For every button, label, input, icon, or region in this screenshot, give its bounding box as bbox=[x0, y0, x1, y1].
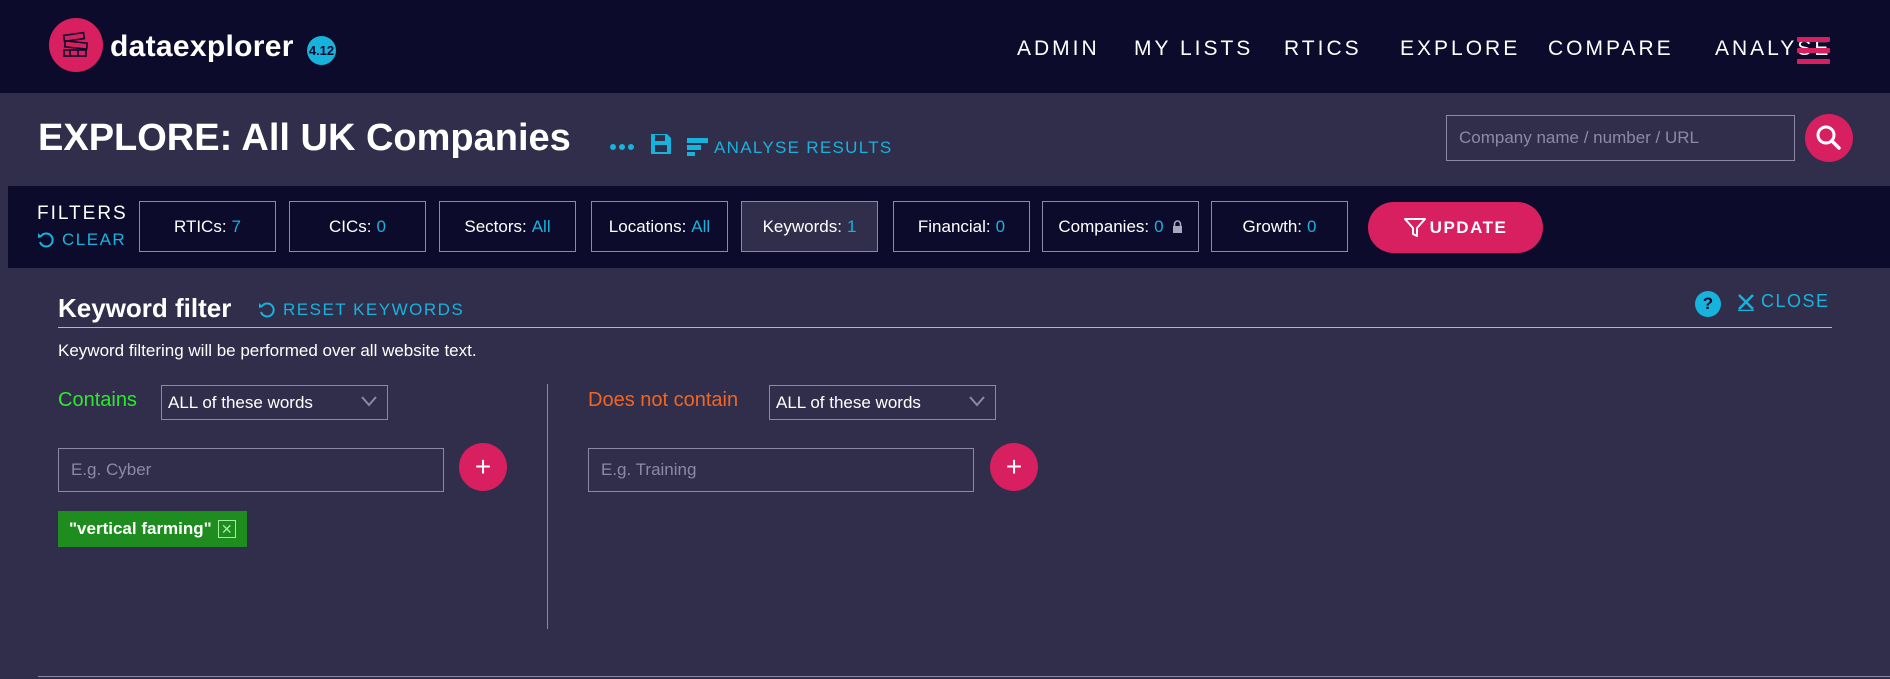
keyword-filter-title: Keyword filter bbox=[58, 293, 232, 323]
nav-my-lists[interactable]: MY LISTS bbox=[1134, 37, 1253, 61]
close-label: CLOSE bbox=[1761, 291, 1830, 311]
reset-keywords-link[interactable]: RESET KEYWORDS bbox=[258, 300, 464, 320]
keyword-tag: "vertical farming" ✕ bbox=[58, 511, 247, 547]
more-options-icon[interactable] bbox=[609, 143, 635, 151]
crate-stack-icon bbox=[62, 31, 89, 57]
save-icon[interactable] bbox=[650, 133, 672, 155]
contains-keyword-input[interactable] bbox=[58, 448, 444, 492]
column-divider bbox=[547, 384, 548, 629]
filter-funnel-icon bbox=[1403, 217, 1426, 237]
keyword-tag-label: "vertical farming" bbox=[69, 519, 212, 538]
reset-keywords-label: RESET KEYWORDS bbox=[283, 300, 465, 319]
reset-icon bbox=[38, 232, 54, 248]
top-navigation-bar: dataexplorer 4.12 ADMIN MY LISTS RTICS E… bbox=[0, 0, 1890, 93]
filter-companies[interactable]: Companies: 0 bbox=[1042, 201, 1199, 252]
not-contains-mode-select[interactable]: ALL of these words bbox=[769, 385, 996, 420]
analyse-results-icon[interactable] bbox=[687, 138, 708, 156]
bottom-divider bbox=[38, 676, 1890, 677]
chevron-down-icon bbox=[969, 396, 985, 407]
logo[interactable] bbox=[49, 18, 103, 72]
nav-compare[interactable]: COMPARE bbox=[1548, 37, 1674, 61]
help-icon[interactable]: ? bbox=[1695, 291, 1721, 317]
filters-bar: FILTERS CLEAR RTICs: 7 CICs: 0 Sectors: All… bbox=[8, 186, 1890, 268]
lock-icon bbox=[1172, 219, 1182, 233]
filter-cics[interactable]: CICs: 0 bbox=[289, 201, 426, 252]
update-label: UPDATE bbox=[1429, 217, 1508, 237]
search-button[interactable] bbox=[1805, 114, 1853, 162]
filters-label: FILTERS bbox=[37, 203, 128, 224]
filter-sectors[interactable]: Sectors: All bbox=[439, 201, 576, 252]
add-not-contains-keyword-button[interactable]: + bbox=[990, 443, 1038, 491]
clear-filters-link[interactable]: CLEAR bbox=[37, 230, 126, 250]
add-contains-keyword-button[interactable]: + bbox=[459, 443, 507, 491]
does-not-contain-label: Does not contain bbox=[588, 389, 739, 411]
contains-label: Contains bbox=[58, 389, 137, 411]
keyword-filter-description: Keyword filtering will be performed over… bbox=[58, 341, 477, 360]
close-panel-link[interactable]: CLOSE bbox=[1737, 291, 1830, 312]
close-icon bbox=[1738, 293, 1754, 311]
filter-locations[interactable]: Locations: All bbox=[591, 201, 728, 252]
filter-rtics[interactable]: RTICs: 7 bbox=[139, 201, 276, 252]
remove-tag-icon[interactable]: ✕ bbox=[217, 520, 236, 538]
brand-name[interactable]: dataexplorer bbox=[110, 30, 294, 64]
chevron-down-icon bbox=[361, 396, 377, 407]
nav-rtics[interactable]: RTICS bbox=[1284, 37, 1362, 61]
filter-keywords[interactable]: Keywords: 1 bbox=[741, 201, 878, 252]
clear-label: CLEAR bbox=[62, 230, 127, 249]
nav-explore[interactable]: EXPLORE bbox=[1400, 37, 1520, 61]
divider bbox=[58, 327, 1832, 328]
not-contains-keyword-input[interactable] bbox=[588, 448, 974, 492]
version-badge: 4.12 bbox=[307, 36, 336, 65]
filter-financial[interactable]: Financial: 0 bbox=[893, 201, 1030, 252]
company-search-input[interactable] bbox=[1446, 115, 1795, 161]
search-icon bbox=[1816, 125, 1841, 150]
filter-growth[interactable]: Growth: 0 bbox=[1211, 201, 1348, 252]
update-button[interactable]: UPDATE bbox=[1368, 202, 1543, 253]
hamburger-icon[interactable] bbox=[1797, 37, 1830, 64]
analyse-results-link[interactable]: ANALYSE RESULTS bbox=[714, 138, 893, 158]
reset-icon bbox=[259, 302, 275, 318]
contains-mode-select[interactable]: ALL of these words bbox=[161, 385, 388, 420]
nav-admin[interactable]: ADMIN bbox=[1017, 37, 1100, 61]
page-title: EXPLORE: All UK Companies bbox=[38, 117, 571, 159]
